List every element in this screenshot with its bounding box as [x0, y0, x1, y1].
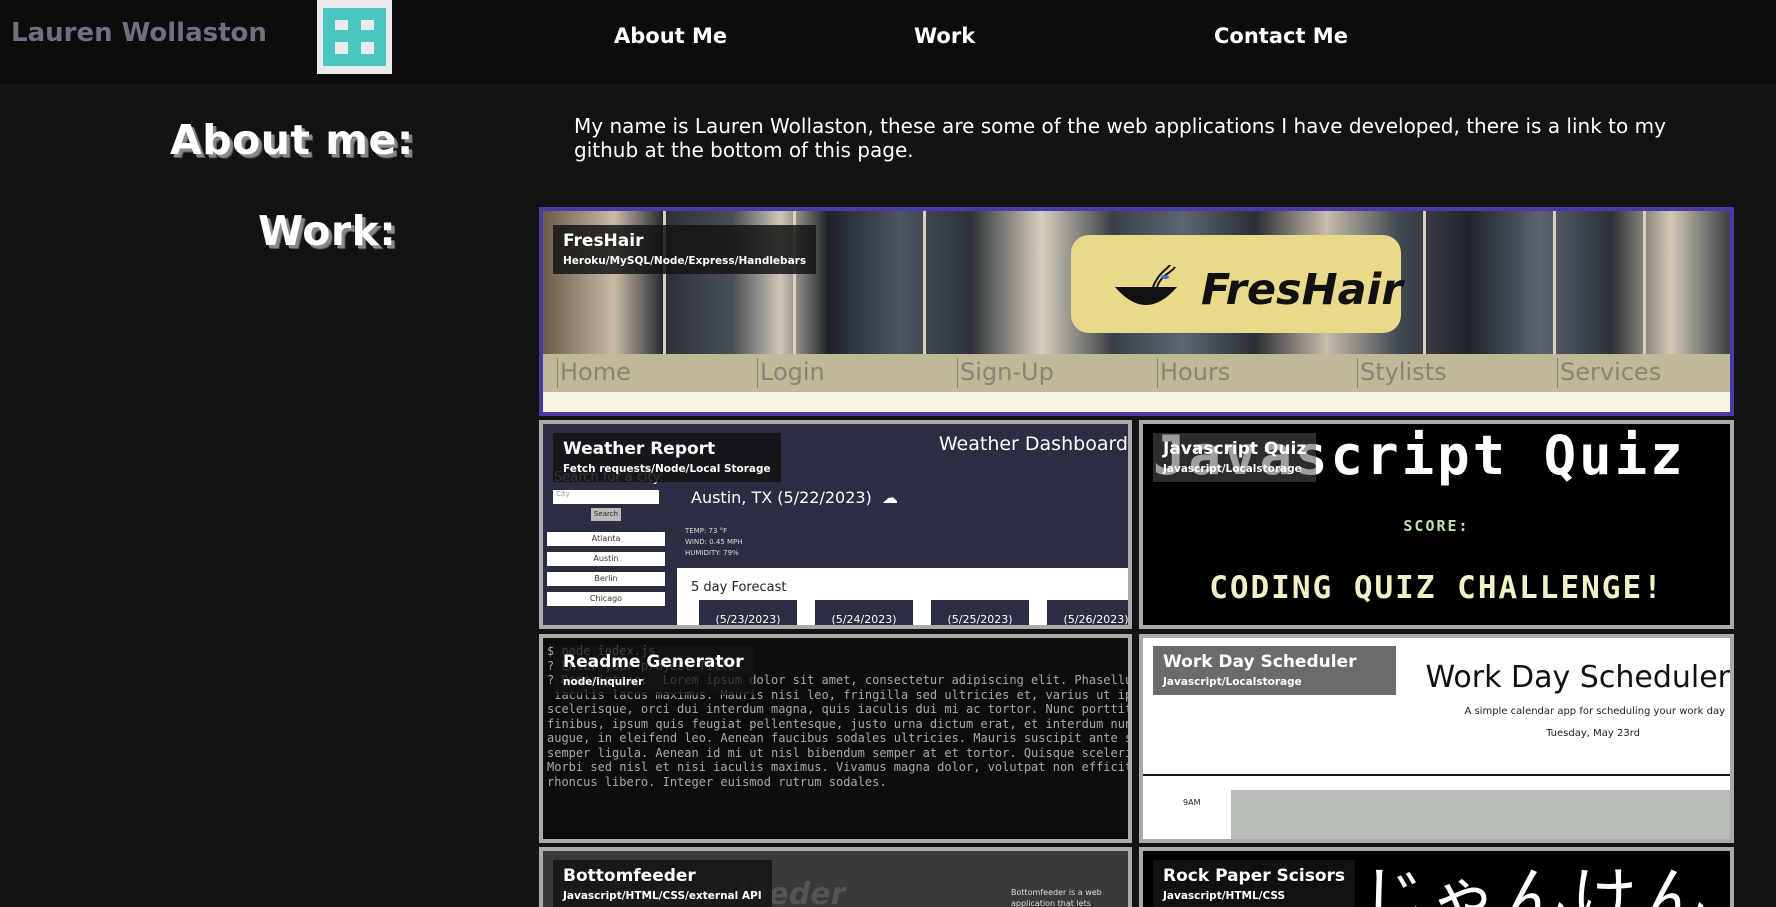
- scheduler-hour: 9AM: [1183, 798, 1201, 807]
- scheduler-subtitle: A simple calendar app for scheduling you…: [1464, 706, 1725, 717]
- freshair-nav-item: Services: [1557, 358, 1661, 388]
- project-tech: Heroku/MySQL/Node/Express/Handlebars: [563, 255, 807, 267]
- project-card-work-day-scheduler[interactable]: Work Day Scheduler A simple calendar app…: [1139, 634, 1734, 843]
- scheduler-title: Work Day Scheduler: [1425, 660, 1730, 695]
- brand-name: Lauren Wollaston: [11, 18, 267, 48]
- card-label: Work Day Scheduler Javascript/Localstora…: [1153, 646, 1397, 695]
- weather-city: Berlin: [547, 572, 665, 586]
- nav-about-me[interactable]: About Me: [614, 24, 727, 48]
- weather-current-city: Austin, TX (5/22/2023): [691, 488, 872, 507]
- site-header: Lauren Wollaston About Me Work Contact M…: [0, 0, 1776, 84]
- freshair-nav-item: Home: [557, 358, 631, 388]
- freshair-logo-text: FresHair: [1201, 265, 1403, 315]
- weather-city: Austin: [547, 552, 665, 566]
- nav-contact-me[interactable]: Contact Me: [1214, 24, 1348, 48]
- card-label: Bottomfeeder Javascript/HTML/CSS/externa…: [553, 860, 772, 907]
- weather-forecast: 5 day Forecast (5/23/2023) (5/24/2023) (…: [677, 568, 1128, 625]
- project-tech: node/inquirer: [563, 676, 644, 688]
- project-tech: Javascript/HTML/CSS: [1163, 890, 1286, 902]
- freshair-nav-item: Stylists: [1357, 358, 1447, 388]
- weather-humidity: HUMIDITY: 79%: [685, 549, 739, 557]
- weather-current: Austin, TX (5/22/2023) ☁ TEMP: 73 °F WIN…: [677, 476, 1128, 557]
- cloud-icon: ☁: [876, 488, 898, 507]
- project-title: Work Day Scheduler: [1163, 652, 1357, 672]
- project-card-javascript-quiz[interactable]: Javascript Quiz SCORE: CODING QUIZ CHALL…: [1139, 420, 1734, 629]
- project-card-rock-paper-scisors[interactable]: じゃんけん Rock Paper Scisors Javascript/HTML…: [1139, 847, 1734, 907]
- freshair-logo: FresHair: [1071, 235, 1403, 333]
- project-tech: Javascript/Localstorage: [1163, 676, 1302, 688]
- scheduler-date: Tuesday, May 23rd: [1546, 728, 1640, 739]
- work-heading: Work:: [258, 207, 397, 255]
- weather-wind: WIND: 0.45 MPH: [685, 538, 743, 546]
- forecast-card: (5/26/2023): [1047, 600, 1128, 625]
- project-card-bottomfeeder[interactable]: Bottomfeeder Bottomfeeder is a web appli…: [539, 847, 1132, 907]
- project-title: FresHair: [563, 231, 644, 251]
- quiz-score-label: SCORE:: [1403, 517, 1470, 535]
- freshair-nav-item: Hours: [1157, 358, 1230, 388]
- scheduler-divider: [1143, 774, 1730, 776]
- project-tech: Javascript/HTML/CSS/external API: [563, 890, 762, 902]
- site-logo: [317, 0, 392, 74]
- forecast-card: (5/25/2023): [931, 600, 1029, 625]
- weather-city: Chicago: [547, 592, 665, 606]
- weather-search-button: Search: [591, 508, 621, 521]
- freshair-nav-item: Sign-Up: [957, 358, 1054, 388]
- freshair-nav: Home Login Sign-Up Hours Stylists Servic…: [543, 354, 1730, 392]
- forecast-card: (5/23/2023): [699, 600, 797, 625]
- project-tech: Fetch requests/Node/Local Storage: [563, 463, 771, 475]
- rps-japanese-title: じゃんけん: [1361, 860, 1711, 907]
- project-tech: Javascript/Localstorage: [1163, 463, 1302, 475]
- project-title: Weather Report: [563, 439, 716, 459]
- card-label: Readme Generator node/inquirer: [553, 646, 754, 695]
- ramen-bowl-icon: [1115, 265, 1177, 305]
- weather-city: Atlanta: [547, 532, 665, 546]
- card-label: Weather Report Fetch requests/Node/Local…: [553, 433, 781, 482]
- forecast-label: 5 day Forecast: [691, 580, 787, 595]
- project-title: Bottomfeeder: [563, 866, 696, 886]
- about-text: My name is Lauren Wollaston, these are s…: [574, 114, 1666, 162]
- card-label: Javascript Quiz Javascript/Localstorage: [1153, 433, 1317, 482]
- weather-temp: TEMP: 73 °F: [685, 527, 728, 535]
- freshair-nav-item: Login: [757, 358, 825, 388]
- card-label: Rock Paper Scisors Javascript/HTML/CSS: [1153, 860, 1355, 907]
- card-label: FresHair Heroku/MySQL/Node/Express/Handl…: [553, 225, 817, 274]
- scheduler-slot: [1231, 790, 1730, 839]
- project-title: Javascript Quiz: [1163, 439, 1307, 459]
- weather-sidebar: Search for a city: City Search Atlanta A…: [543, 470, 669, 625]
- project-title: Rock Paper Scisors: [1163, 866, 1345, 886]
- weather-search-input: City: [553, 490, 659, 504]
- project-card-readme-generator[interactable]: $ node index.js ? Enter your project Tit…: [539, 634, 1132, 843]
- project-card-freshair[interactable]: FresHair Home Login Sign-Up Hours Stylis…: [539, 207, 1734, 416]
- quiz-challenge-title: CODING QUIZ CHALLENGE!: [1209, 570, 1664, 606]
- project-title: Readme Generator: [563, 652, 744, 672]
- bottomfeeder-description: Bottomfeeder is a web application that l…: [1011, 888, 1102, 907]
- weather-dashboard-title: Weather Dashboard: [938, 433, 1128, 455]
- forecast-card: (5/24/2023): [815, 600, 913, 625]
- logo-icon: [323, 8, 386, 66]
- project-card-weather-report[interactable]: Weather Dashboard Search for a city: Cit…: [539, 420, 1132, 629]
- nav-work[interactable]: Work: [914, 24, 975, 48]
- about-heading: About me:: [170, 116, 414, 164]
